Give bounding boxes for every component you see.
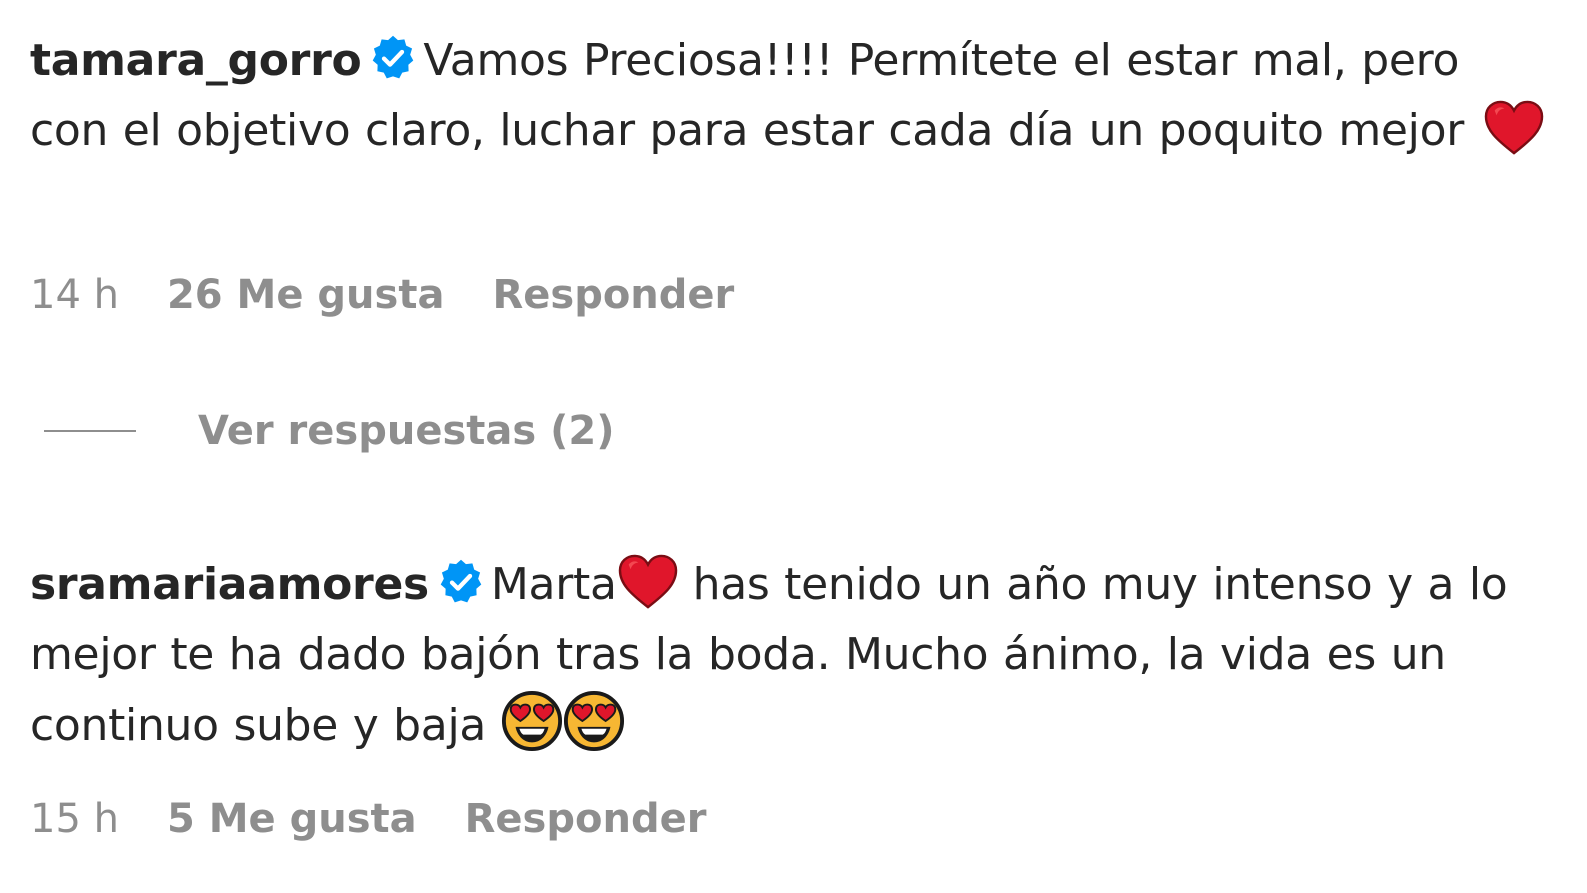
heart-eyes-emoji-icon	[501, 690, 563, 752]
verified-badge-icon	[437, 557, 485, 605]
comment-text-start: Marta	[490, 559, 617, 610]
replies-divider-line	[44, 430, 136, 432]
comment-meta: 14 h 26 Me gusta Responder	[30, 272, 734, 318]
likes-count[interactable]: 26 Me gusta	[167, 272, 444, 318]
red-heart-icon	[617, 553, 679, 611]
comment-body: sramariaamores Marta has tenido un año muy…	[30, 550, 1550, 761]
reply-button[interactable]: Responder	[465, 796, 707, 842]
red-heart-icon	[1483, 99, 1545, 157]
view-replies-button[interactable]: Ver respuestas (2)	[44, 408, 615, 454]
verified-badge-icon	[369, 33, 417, 81]
reply-button[interactable]: Responder	[492, 272, 734, 318]
comment-time: 14 h	[30, 272, 119, 318]
view-replies-label: Ver respuestas (2)	[198, 408, 615, 454]
comment: tamara_gorro Vamos Preciosa!!!! Permítete…	[30, 26, 1550, 166]
comment-time: 15 h	[30, 796, 119, 842]
comment-meta: 15 h 5 Me gusta Responder	[30, 796, 706, 842]
comment-username[interactable]: sramariaamores	[30, 559, 429, 610]
heart-eyes-emoji-icon	[563, 690, 625, 752]
comment-username[interactable]: tamara_gorro	[30, 35, 362, 86]
comment: sramariaamores Marta has tenido un año muy…	[30, 550, 1550, 761]
comment-body: tamara_gorro Vamos Preciosa!!!! Permítete…	[30, 26, 1550, 166]
likes-count[interactable]: 5 Me gusta	[167, 796, 417, 842]
